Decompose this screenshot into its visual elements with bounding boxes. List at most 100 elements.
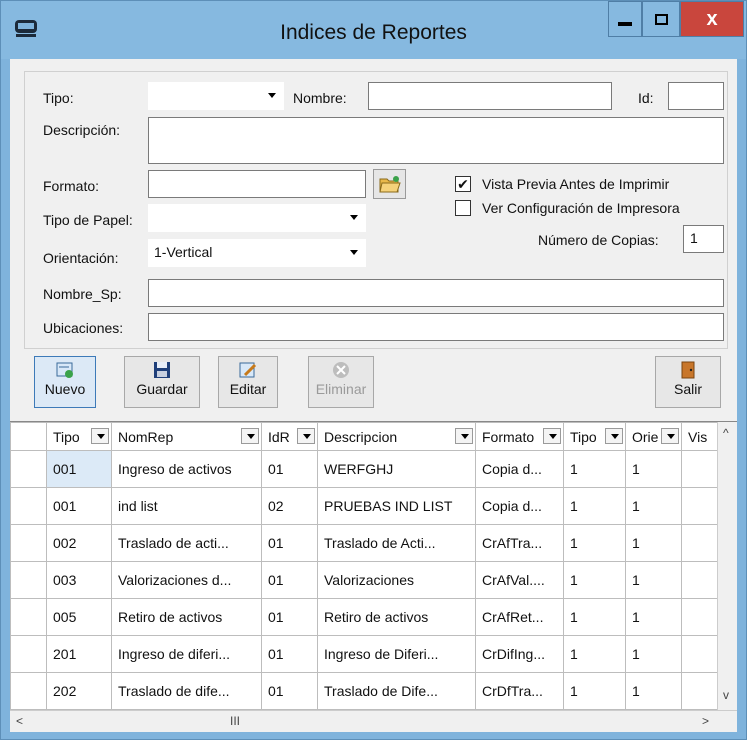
scroll-down-icon[interactable]: v [723, 688, 729, 702]
row-header[interactable] [10, 487, 47, 525]
table-cell[interactable]: Traslado de dife... [111, 672, 262, 710]
tipo-papel-select[interactable] [148, 204, 366, 232]
table-cell[interactable]: 1 [625, 450, 682, 488]
table-cell[interactable]: Ingreso de activos [111, 450, 262, 488]
table-row[interactable]: 002 Traslado de acti... 01 Traslado de Acti… [10, 524, 722, 562]
table-cell[interactable]: 1 [625, 487, 682, 525]
table-cell[interactable]: WERFGHJ [317, 450, 476, 488]
nombre-input[interactable] [368, 82, 612, 110]
filter-dropdown-icon[interactable] [297, 428, 315, 444]
scroll-left-icon[interactable]: < [16, 714, 23, 728]
table-cell[interactable]: 1 [563, 598, 626, 636]
table-cell[interactable]: 01 [261, 450, 318, 488]
table-cell[interactable]: Traslado de Dife... [317, 672, 476, 710]
table-row[interactable]: 005 Retiro de activos 01 Retiro de activos C… [10, 598, 722, 636]
table-cell[interactable]: 01 [261, 672, 318, 710]
table-row[interactable]: 003 Valorizaciones d... 01 Valorizaciones Cr… [10, 561, 722, 599]
table-cell[interactable]: 1 [563, 487, 626, 525]
salir-button[interactable]: Salir [655, 356, 721, 408]
scroll-up-icon[interactable]: ^ [723, 426, 729, 440]
table-cell[interactable]: 1 [625, 561, 682, 599]
table-cell[interactable]: CrAfTra... [475, 524, 564, 562]
filter-dropdown-icon[interactable] [91, 428, 109, 444]
table-cell[interactable]: PRUEBAS IND LIST [317, 487, 476, 525]
table-cell[interactable]: 01 [261, 561, 318, 599]
filter-dropdown-icon[interactable] [661, 428, 679, 444]
editar-button[interactable]: Editar [218, 356, 278, 408]
vista-checkbox-cell[interactable] [681, 598, 722, 636]
table-cell[interactable]: Ingreso de Diferi... [317, 635, 476, 673]
table-cell[interactable]: 1 [563, 635, 626, 673]
table-cell[interactable]: 202 [46, 672, 112, 710]
column-header[interactable]: Orie [625, 422, 682, 451]
table-cell[interactable]: 1 [563, 672, 626, 710]
tipo-select[interactable] [148, 82, 284, 110]
row-header[interactable] [10, 598, 47, 636]
vista-checkbox-cell[interactable] [681, 487, 722, 525]
row-header[interactable] [10, 561, 47, 599]
filter-dropdown-icon[interactable] [241, 428, 259, 444]
minimize-button[interactable] [608, 1, 642, 37]
vertical-scrollbar[interactable]: ^ v [717, 422, 737, 732]
table-cell[interactable]: 1 [625, 598, 682, 636]
table-cell[interactable]: 1 [563, 450, 626, 488]
row-header[interactable] [10, 450, 47, 488]
formato-input[interactable] [148, 170, 366, 198]
maximize-button[interactable] [642, 1, 680, 37]
vista-checkbox-cell[interactable] [681, 524, 722, 562]
table-cell[interactable]: Traslado de Acti... [317, 524, 476, 562]
table-cell[interactable]: ind list [111, 487, 262, 525]
column-header[interactable]: Tipo [46, 422, 112, 451]
table-cell[interactable]: 001 [46, 450, 112, 488]
table-row[interactable]: 202 Traslado de dife... 01 Traslado de Dife… [10, 672, 722, 710]
vista-checkbox-cell[interactable] [681, 672, 722, 710]
column-header[interactable]: NomRep [111, 422, 262, 451]
table-cell[interactable]: Traslado de acti... [111, 524, 262, 562]
id-input[interactable] [668, 82, 724, 110]
orientacion-select[interactable]: 1-Vertical [148, 239, 366, 267]
reports-grid[interactable]: Tipo NomRep IdR Descripcion Formato Tipo… [10, 421, 737, 732]
title-bar[interactable]: Indices de Reportes x [1, 1, 746, 59]
descripcion-textarea[interactable] [148, 117, 724, 164]
column-header[interactable]: Tipo [563, 422, 626, 451]
row-header[interactable] [10, 524, 47, 562]
table-cell[interactable]: 201 [46, 635, 112, 673]
table-cell[interactable]: CrAfRet... [475, 598, 564, 636]
ver-config-checkbox[interactable] [455, 200, 471, 216]
table-cell[interactable]: 01 [261, 524, 318, 562]
close-button[interactable]: x [680, 1, 744, 37]
vista-previa-checkbox[interactable]: ✔ [455, 176, 471, 192]
table-cell[interactable]: CrDifIng... [475, 635, 564, 673]
vista-checkbox-cell[interactable] [681, 635, 722, 673]
table-cell[interactable]: 1 [625, 672, 682, 710]
table-cell[interactable]: Copia d... [475, 487, 564, 525]
column-header[interactable]: IdR [261, 422, 318, 451]
scroll-thumb-grip[interactable]: III [230, 714, 240, 728]
filter-dropdown-icon[interactable] [605, 428, 623, 444]
vista-checkbox-cell[interactable] [681, 561, 722, 599]
vista-checkbox-cell[interactable] [681, 450, 722, 488]
table-cell[interactable]: 1 [625, 635, 682, 673]
nuevo-button[interactable]: Nuevo [34, 356, 96, 408]
table-cell[interactable]: 002 [46, 524, 112, 562]
table-cell[interactable]: Valorizaciones d... [111, 561, 262, 599]
table-cell[interactable]: Retiro de activos [317, 598, 476, 636]
table-cell[interactable]: 02 [261, 487, 318, 525]
table-cell[interactable]: 003 [46, 561, 112, 599]
table-cell[interactable]: Ingreso de diferi... [111, 635, 262, 673]
table-row[interactable]: 001 Ingreso de activos 01 WERFGHJ Copia d...… [10, 450, 722, 488]
nombre-sp-input[interactable] [148, 279, 724, 307]
table-cell[interactable]: 1 [563, 524, 626, 562]
table-cell[interactable]: Valorizaciones [317, 561, 476, 599]
row-header[interactable] [10, 672, 47, 710]
table-row[interactable]: 201 Ingreso de diferi... 01 Ingreso de Dife… [10, 635, 722, 673]
table-cell[interactable]: Copia d... [475, 450, 564, 488]
guardar-button[interactable]: Guardar [124, 356, 200, 408]
eliminar-button[interactable]: Eliminar [308, 356, 374, 408]
column-header[interactable]: Descripcion [317, 422, 476, 451]
table-row[interactable]: 001 ind list 02 PRUEBAS IND LIST Copia d... 1… [10, 487, 722, 525]
scroll-right-icon[interactable]: > [702, 714, 709, 728]
filter-dropdown-icon[interactable] [543, 428, 561, 444]
table-cell[interactable]: CrAfVal.... [475, 561, 564, 599]
browse-folder-button[interactable] [373, 169, 406, 199]
